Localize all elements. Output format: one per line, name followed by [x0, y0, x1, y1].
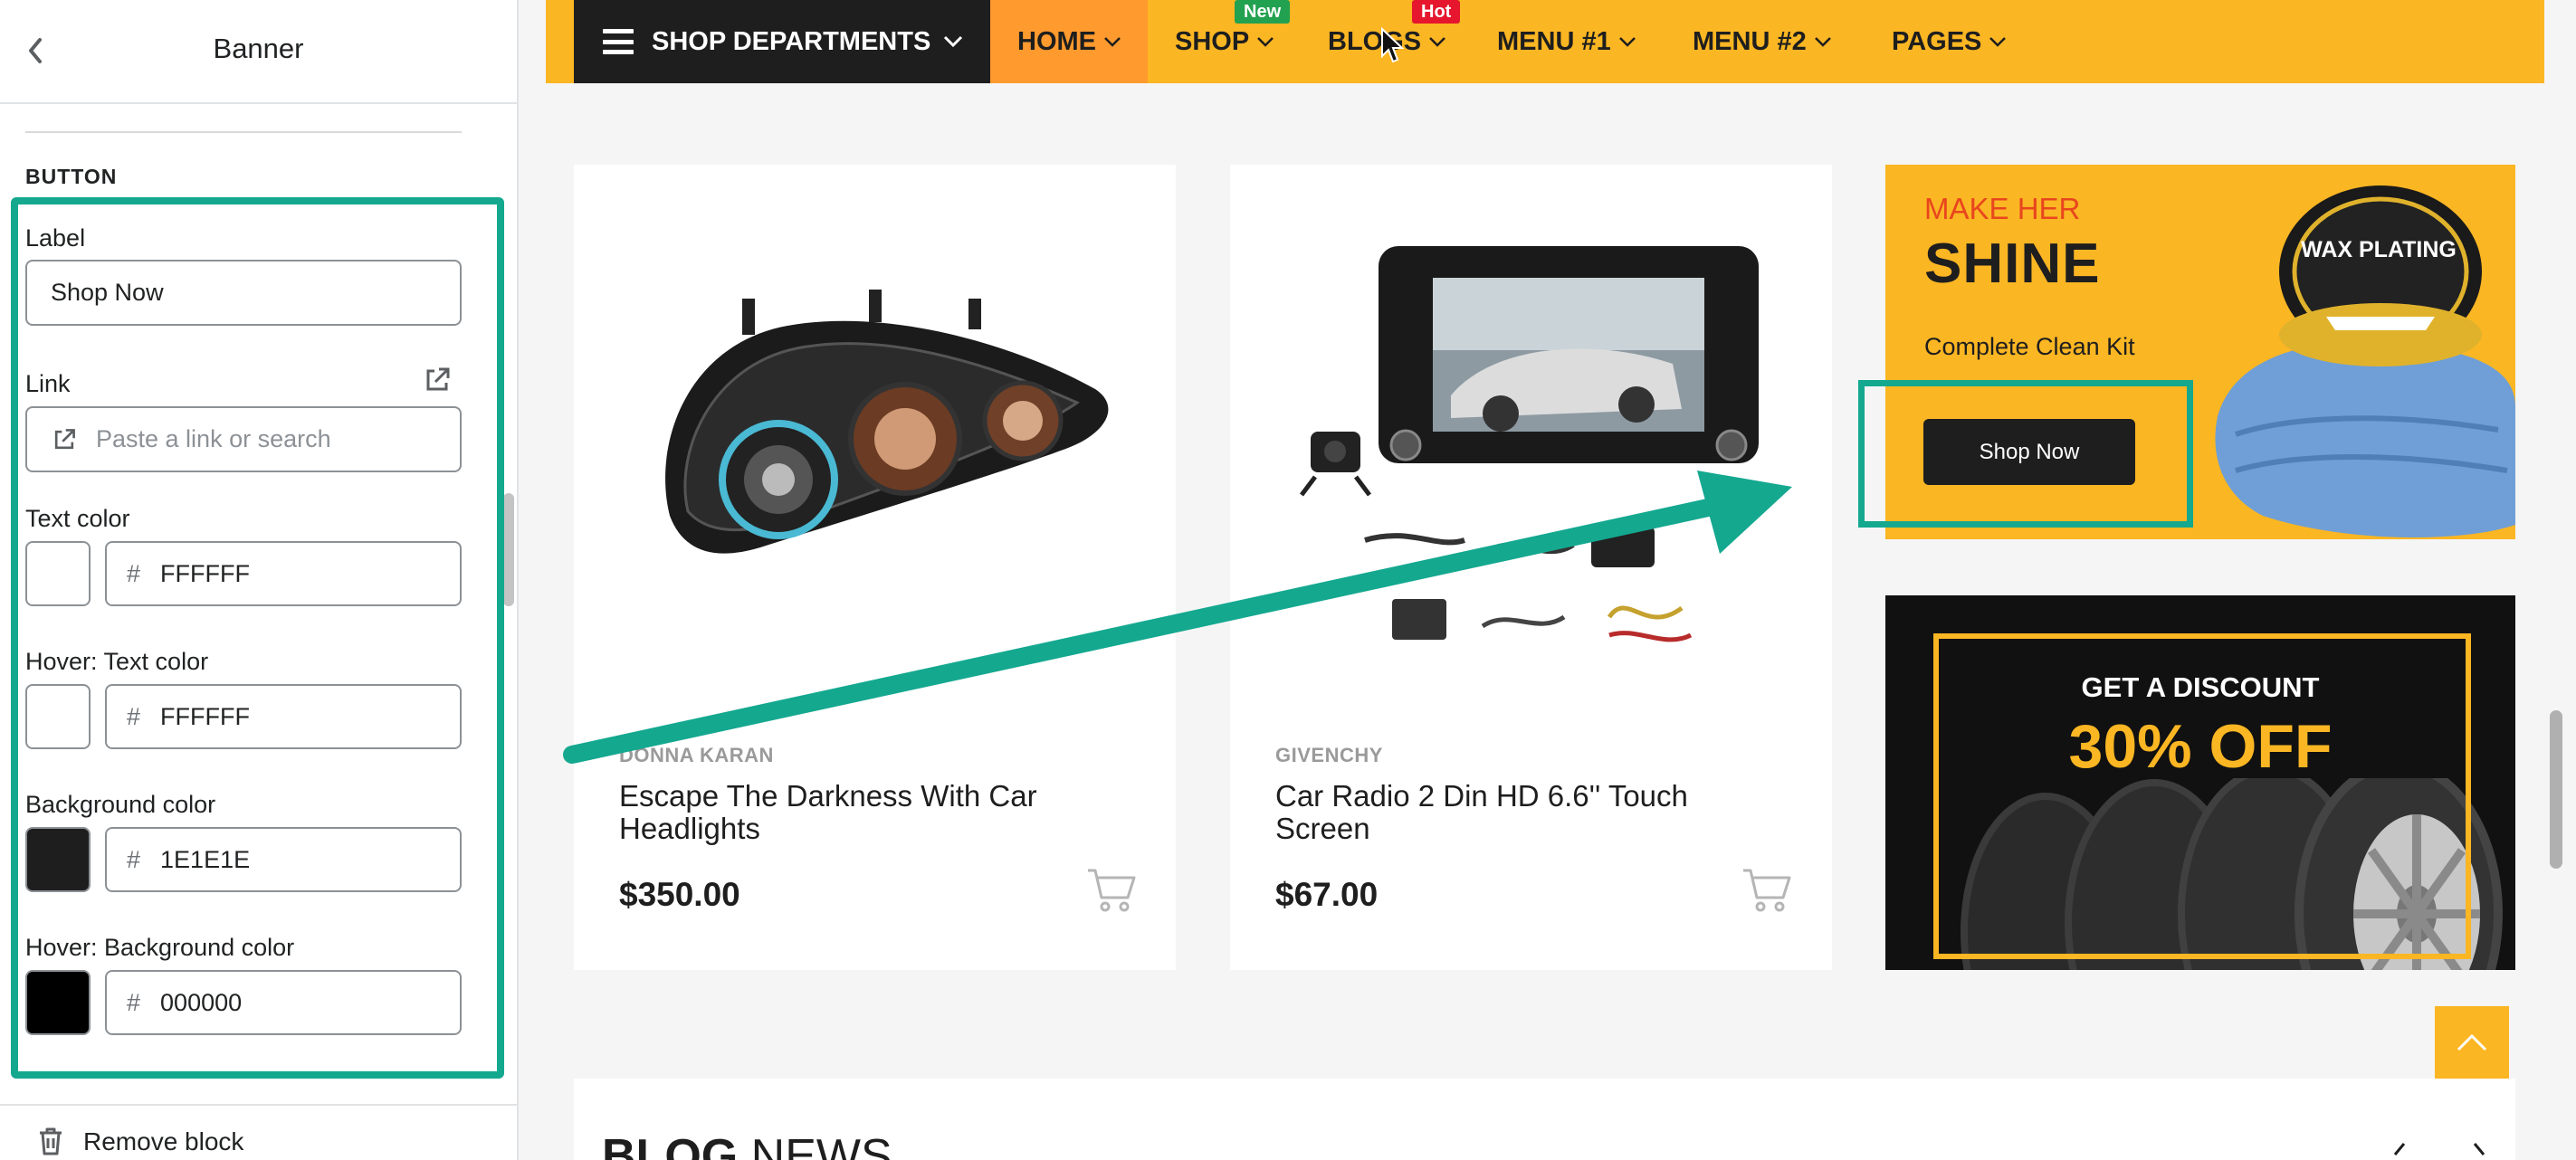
- banner-description: Complete Clean Kit: [1924, 333, 2135, 360]
- link-input[interactable]: Paste a link or search: [25, 406, 462, 472]
- trash-icon: [36, 1126, 65, 1156]
- cart-icon[interactable]: [1741, 867, 1792, 914]
- discount-amount: 30% OFF: [2068, 712, 2333, 781]
- divider: [25, 131, 462, 133]
- chevron-down-icon: [1429, 37, 1446, 47]
- hash-prefix: #: [127, 702, 141, 730]
- menu-icon: [603, 29, 634, 54]
- panel-scrollbar[interactable]: [503, 493, 514, 606]
- text-color-label: Text color: [25, 505, 130, 532]
- chevron-left-icon[interactable]: [2390, 1142, 2409, 1160]
- label-field-label: Label: [25, 224, 86, 252]
- product-name[interactable]: Car Radio 2 Din HD 6.6'' Touch Screen: [1275, 780, 1782, 845]
- shop-departments-label: SHOP DEPARTMENTS: [652, 26, 931, 56]
- chevron-right-icon[interactable]: [2469, 1142, 2489, 1160]
- discount-heading: GET A DISCOUNT: [2081, 671, 2320, 703]
- label-input[interactable]: Shop Now: [25, 260, 462, 326]
- section-title: BUTTON: [25, 165, 118, 188]
- product-name[interactable]: Escape The Darkness With Car Headlights: [619, 780, 1126, 845]
- hover-background-color-label: Hover: Background color: [25, 934, 295, 961]
- nav-item-label: SHOP: [1175, 26, 1250, 56]
- hash-prefix: #: [127, 988, 141, 1016]
- remove-block-button[interactable]: [0, 1104, 517, 1160]
- cart-icon[interactable]: [1086, 867, 1137, 914]
- panel-title: Banner: [213, 33, 304, 64]
- product-price: $350.00: [619, 876, 740, 913]
- nav-item-home[interactable]: HOME: [1017, 0, 1121, 83]
- background-color-swatch[interactable]: [25, 827, 91, 892]
- external-link-icon[interactable]: [422, 365, 453, 395]
- scroll-to-top-button[interactable]: [2435, 1006, 2509, 1079]
- external-link-icon: [54, 428, 75, 449]
- shop-now-button[interactable]: Shop Now: [1923, 419, 2135, 485]
- chevron-down-icon: [1257, 37, 1274, 47]
- nav-item-menu-1[interactable]: MENU #1: [1497, 0, 1636, 83]
- remove-block-label: Remove block: [83, 1127, 244, 1155]
- blog-title-rest: NEWS: [738, 1130, 892, 1160]
- nav-item-menu-2[interactable]: MENU #2: [1693, 0, 1832, 83]
- link-placeholder: Paste a link or search: [96, 425, 331, 452]
- text-color-input[interactable]: # FFFFFF: [105, 541, 462, 606]
- hover-text-color-swatch[interactable]: [25, 684, 91, 749]
- hot-badge: Hot: [1412, 0, 1461, 24]
- wax-lid-text: WAX PLATING: [2301, 237, 2457, 262]
- nav-item-label: MENU #1: [1497, 26, 1611, 56]
- banner-title: SHINE: [1924, 233, 2101, 295]
- banner-subtitle: MAKE HER: [1924, 192, 2081, 225]
- chevron-up-icon: [2457, 1033, 2487, 1051]
- mouse-cursor-icon: [1381, 27, 1405, 63]
- hash-prefix: #: [127, 845, 141, 873]
- hover-text-color-value: FFFFFF: [160, 702, 250, 730]
- nav-item-label: MENU #2: [1693, 26, 1807, 56]
- hover-background-color-value: 000000: [160, 988, 243, 1016]
- wax-kit-image: [2215, 185, 2515, 537]
- nav-item-label: HOME: [1017, 26, 1096, 56]
- hover-background-color-swatch[interactable]: [25, 970, 91, 1035]
- hash-prefix: #: [127, 559, 141, 587]
- background-color-label: Background color: [25, 791, 216, 818]
- product-price: $67.00: [1275, 876, 1379, 913]
- chevron-down-icon: [1989, 37, 2007, 47]
- new-badge: New: [1235, 0, 1291, 24]
- chevron-down-icon: [1814, 37, 1831, 47]
- background-color-value: 1E1E1E: [160, 845, 251, 873]
- text-color-swatch[interactable]: [25, 541, 91, 606]
- chevron-down-icon: [1104, 37, 1121, 47]
- blog-title: BLOG NEWS: [602, 1129, 892, 1160]
- page-scrollbar[interactable]: [2550, 710, 2562, 869]
- nav-item-label: PAGES: [1892, 26, 1982, 56]
- chevron-down-icon: [1618, 37, 1636, 47]
- hover-background-color-input[interactable]: # 000000: [105, 970, 462, 1035]
- annotation-arrow: [563, 471, 1792, 764]
- nav-item-label: BLOGS: [1328, 26, 1422, 56]
- blog-title-bold: BLOG: [602, 1130, 739, 1160]
- nav-item-pages[interactable]: PAGES: [1892, 0, 2007, 83]
- hover-text-color-label: Hover: Text color: [25, 648, 209, 675]
- hover-text-color-input[interactable]: # FFFFFF: [105, 684, 462, 749]
- text-color-value: FFFFFF: [160, 559, 250, 587]
- background-color-input[interactable]: # 1E1E1E: [105, 827, 462, 892]
- link-field-label: Link: [25, 370, 71, 397]
- shop-departments-button[interactable]: SHOP DEPARTMENTS: [574, 0, 990, 83]
- chevron-down-icon: [944, 35, 963, 48]
